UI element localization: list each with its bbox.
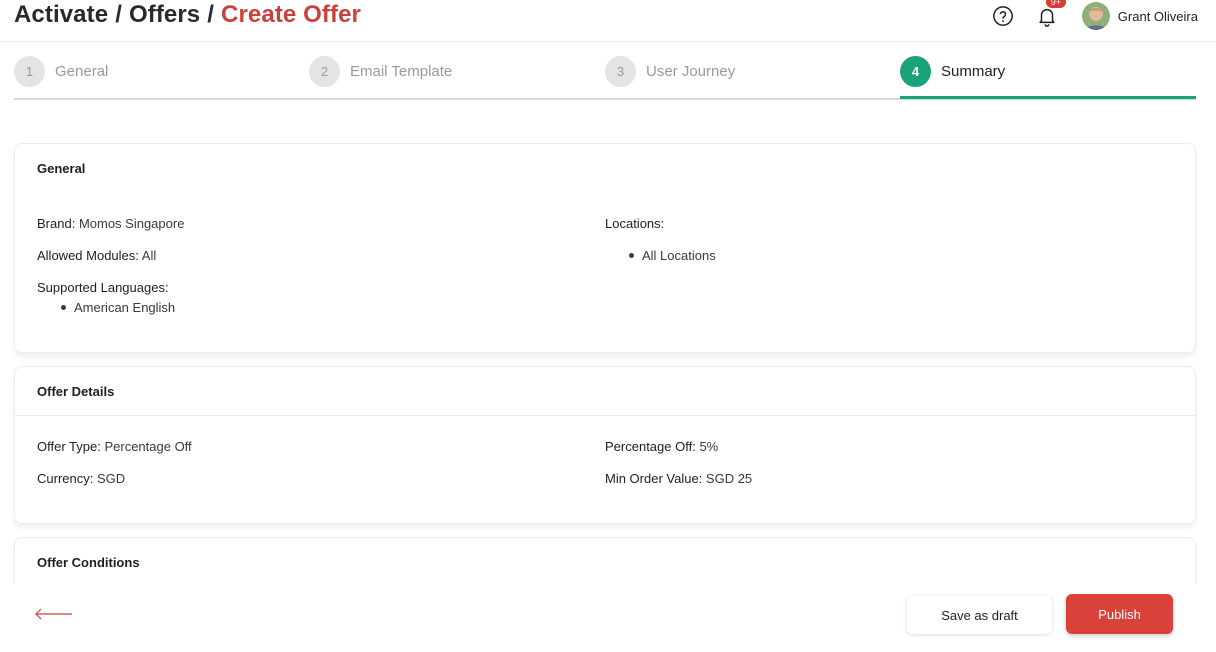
card-title: General	[37, 161, 86, 176]
step-number: 1	[14, 55, 45, 87]
locations-field: Locations:	[605, 216, 664, 231]
stepper: 1 General 2 Email Template 3 User Journe…	[14, 50, 1196, 100]
header-actions: 9+ Grant Oliveira	[992, 0, 1198, 32]
card-divider	[15, 415, 1195, 416]
step-user-journey[interactable]: 3 User Journey	[605, 53, 735, 89]
step-summary[interactable]: 4 Summary	[900, 53, 1005, 89]
field-label: Percentage Off:	[605, 439, 696, 454]
field-value: All	[141, 248, 157, 263]
field-label: Supported Languages:	[37, 280, 169, 295]
field-label: Min Order Value:	[605, 471, 703, 486]
save-as-draft-button[interactable]: Save as draft	[907, 596, 1052, 634]
breadcrumb-separator: /	[207, 1, 215, 28]
bell-icon	[1039, 8, 1055, 27]
allowed-modules-field: Allowed Modules: All	[37, 248, 156, 263]
breadcrumb: Activate / Offers / Create Offer	[14, 0, 361, 30]
step-number: 2	[309, 55, 340, 87]
field-label: Locations:	[605, 216, 665, 231]
offer-details-card: Offer Details Offer Type: Percentage Off…	[14, 366, 1196, 524]
field-value: Percentage Off	[104, 439, 192, 454]
breadcrumb-separator: /	[115, 1, 122, 28]
card-title: Offer Details	[37, 384, 115, 399]
help-circle-icon[interactable]	[992, 5, 1014, 27]
field-value: Momos Singapore	[78, 216, 185, 231]
publish-button[interactable]: Publish	[1066, 594, 1173, 634]
offer-type-field: Offer Type: Percentage Off	[37, 439, 192, 454]
field-label: Allowed Modules:	[37, 248, 139, 263]
location-item: All Locations	[629, 248, 716, 263]
step-number: 3	[605, 55, 636, 87]
breadcrumb-current: Create Offer	[221, 1, 361, 28]
field-label: Offer Type:	[37, 439, 101, 454]
breadcrumb-offers[interactable]: Offers	[129, 1, 200, 29]
field-value: 5%	[699, 439, 719, 454]
top-header: Activate / Offers / Create Offer 9+ Gran…	[0, 0, 1216, 42]
footer-actions: Save as draft Publish	[0, 584, 1216, 652]
field-label: Currency:	[37, 471, 94, 486]
step-label: User Journey	[646, 62, 736, 80]
user-name[interactable]: Grant Oliveira	[1118, 9, 1198, 24]
active-step-indicator	[900, 96, 1196, 99]
language-item: American English	[61, 300, 175, 315]
step-general[interactable]: 1 General	[14, 53, 108, 89]
arrow-left-icon[interactable]	[34, 606, 74, 622]
currency-field: Currency: SGD	[37, 471, 125, 486]
notification-badge: 9+	[1045, 0, 1067, 8]
step-label: Email Template	[350, 62, 453, 80]
step-label: Summary	[941, 62, 1006, 80]
brand-field: Brand: Momos Singapore	[37, 216, 184, 231]
card-title: Offer Conditions	[37, 555, 140, 570]
step-label: General	[55, 62, 109, 80]
breadcrumb-activate[interactable]: Activate	[14, 1, 108, 29]
field-value: SGD 25	[705, 471, 753, 486]
percentage-off-field: Percentage Off: 5%	[605, 439, 718, 454]
field-label: Brand:	[37, 216, 76, 231]
step-email-template[interactable]: 2 Email Template	[309, 53, 452, 89]
min-order-value-field: Min Order Value: SGD 25	[605, 471, 752, 486]
supported-languages-field: Supported Languages:	[37, 280, 169, 295]
general-card: General Brand: Momos Singapore Allowed M…	[14, 143, 1196, 353]
field-value: SGD	[96, 471, 126, 486]
avatar[interactable]	[1081, 2, 1110, 30]
step-number: 4	[900, 55, 931, 87]
notifications-button[interactable]: 9+	[1036, 0, 1067, 27]
